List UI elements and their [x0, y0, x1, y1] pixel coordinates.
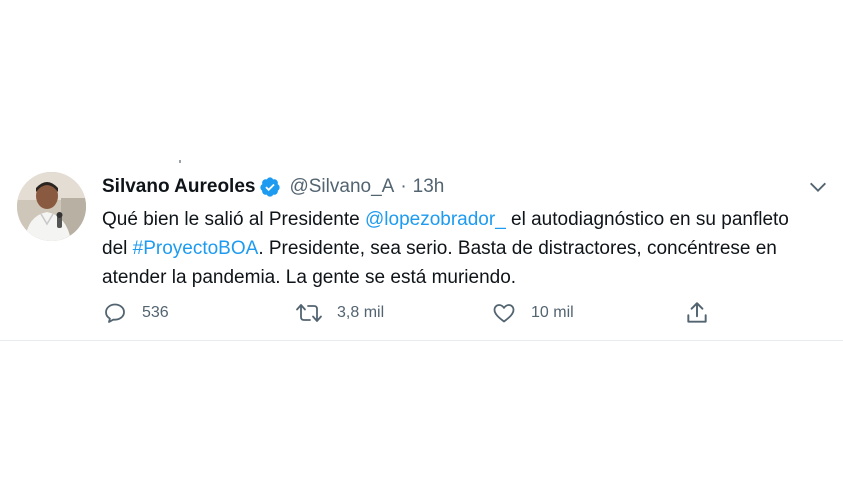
verified-badge-icon: [260, 177, 281, 197]
tweet-content: Silvano Aureoles @Silvano_A · 13h Qué bi…: [102, 172, 802, 292]
tweet-card[interactable]: Silvano Aureoles @Silvano_A · 13h Qué bi…: [0, 160, 843, 341]
like-count: 10 mil: [531, 304, 574, 321]
reply-icon: [105, 303, 125, 323]
retweet-button[interactable]: 3,8 mil: [295, 298, 384, 328]
retweet-count: 3,8 mil: [337, 304, 385, 321]
mention-link[interactable]: @lopezobrador_: [365, 209, 506, 230]
like-button[interactable]: 10 mil: [491, 298, 574, 328]
avatar[interactable]: [17, 172, 86, 241]
author-handle[interactable]: @Silvano_A: [289, 176, 394, 198]
tweet-actions: 536 3,8 mil 10 mil: [102, 298, 722, 328]
avatar-image: [17, 172, 86, 241]
reply-button[interactable]: 536: [102, 298, 169, 328]
tweet-text: Qué bien le salió al Presidente @lopezob…: [102, 205, 802, 292]
chevron-down-icon[interactable]: [807, 176, 829, 198]
tweet-timestamp[interactable]: 13h: [413, 176, 445, 198]
share-button[interactable]: [684, 298, 724, 328]
reply-count: 536: [142, 304, 169, 321]
heart-icon: [493, 304, 515, 323]
retweet-icon: [296, 304, 322, 322]
page: Silvano Aureoles @Silvano_A · 13h Qué bi…: [0, 0, 843, 504]
tweet-header: Silvano Aureoles @Silvano_A · 13h: [102, 172, 802, 202]
separator-dot: ·: [400, 176, 407, 197]
tweet-text-part1: Qué bien le salió al Presidente: [102, 209, 365, 230]
hashtag-link[interactable]: #ProyectoBOA: [133, 238, 259, 259]
share-icon: [687, 302, 707, 323]
author-name[interactable]: Silvano Aureoles: [102, 176, 255, 198]
